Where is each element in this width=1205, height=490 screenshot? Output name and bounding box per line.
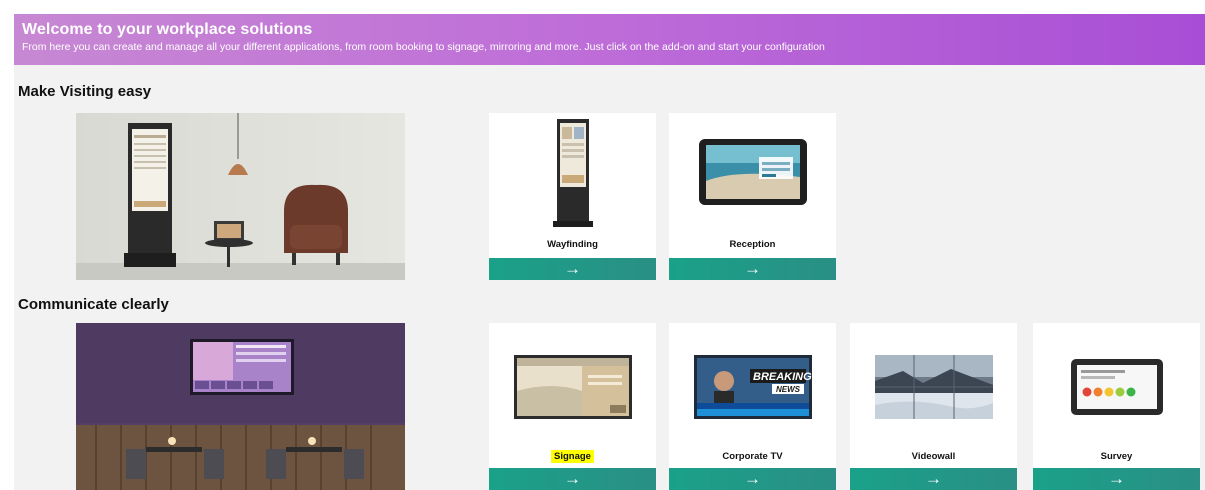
card-reception[interactable]: Reception → xyxy=(669,113,836,280)
open-reception-button[interactable]: → xyxy=(669,258,836,280)
open-videowall-button[interactable]: → xyxy=(850,468,1017,490)
arrow-right-icon: → xyxy=(564,259,581,278)
welcome-banner: Welcome to your workplace solutions From… xyxy=(14,14,1205,65)
arrow-right-icon: → xyxy=(1108,469,1125,488)
section-title-visiting: Make Visiting easy xyxy=(18,83,152,100)
signage-thumbnail xyxy=(489,323,656,451)
card-label: Videowall xyxy=(911,451,956,462)
arrow-right-icon: → xyxy=(744,469,761,488)
signage-label: Signage xyxy=(551,450,594,463)
survey-thumbnail xyxy=(1033,323,1200,451)
news-text: NEWS xyxy=(776,385,801,394)
open-survey-button[interactable]: → xyxy=(1033,468,1200,490)
open-signage-button[interactable]: → xyxy=(489,468,656,490)
card-videowall[interactable]: Videowall → xyxy=(850,323,1017,490)
corporate-tv-thumbnail: BREAKING NEWS xyxy=(669,323,836,451)
banner-title: Welcome to your workplace solutions xyxy=(22,21,313,38)
wayfinding-thumbnail xyxy=(489,113,656,228)
reception-thumbnail xyxy=(669,113,836,228)
arrow-right-icon: → xyxy=(925,469,942,488)
arrow-right-icon: → xyxy=(744,259,761,278)
section-title-communicate: Communicate clearly xyxy=(18,296,169,313)
breaking-text: BREAKING xyxy=(753,371,812,383)
open-corporate-tv-button[interactable]: → xyxy=(669,468,836,490)
card-signage[interactable]: Signage → xyxy=(489,323,656,490)
visiting-hero-image xyxy=(76,113,405,280)
open-wayfinding-button[interactable]: → xyxy=(489,258,656,280)
card-label: Wayfinding xyxy=(547,239,598,250)
page: Welcome to your workplace solutions From… xyxy=(14,14,1205,490)
card-label: Survey xyxy=(1100,451,1133,462)
videowall-thumbnail xyxy=(850,323,1017,451)
communicate-hero-image xyxy=(76,323,405,490)
card-label: Corporate TV xyxy=(722,451,783,462)
card-corporate-tv[interactable]: BREAKING NEWS Corporate TV → xyxy=(669,323,836,490)
banner-subtitle: From here you can create and manage all … xyxy=(22,41,825,53)
card-survey[interactable]: Survey → xyxy=(1033,323,1200,490)
arrow-right-icon: → xyxy=(564,469,581,488)
card-label: Reception xyxy=(729,239,776,250)
card-label: Signage xyxy=(489,450,656,463)
card-wayfinding[interactable]: Wayfinding → xyxy=(489,113,656,280)
